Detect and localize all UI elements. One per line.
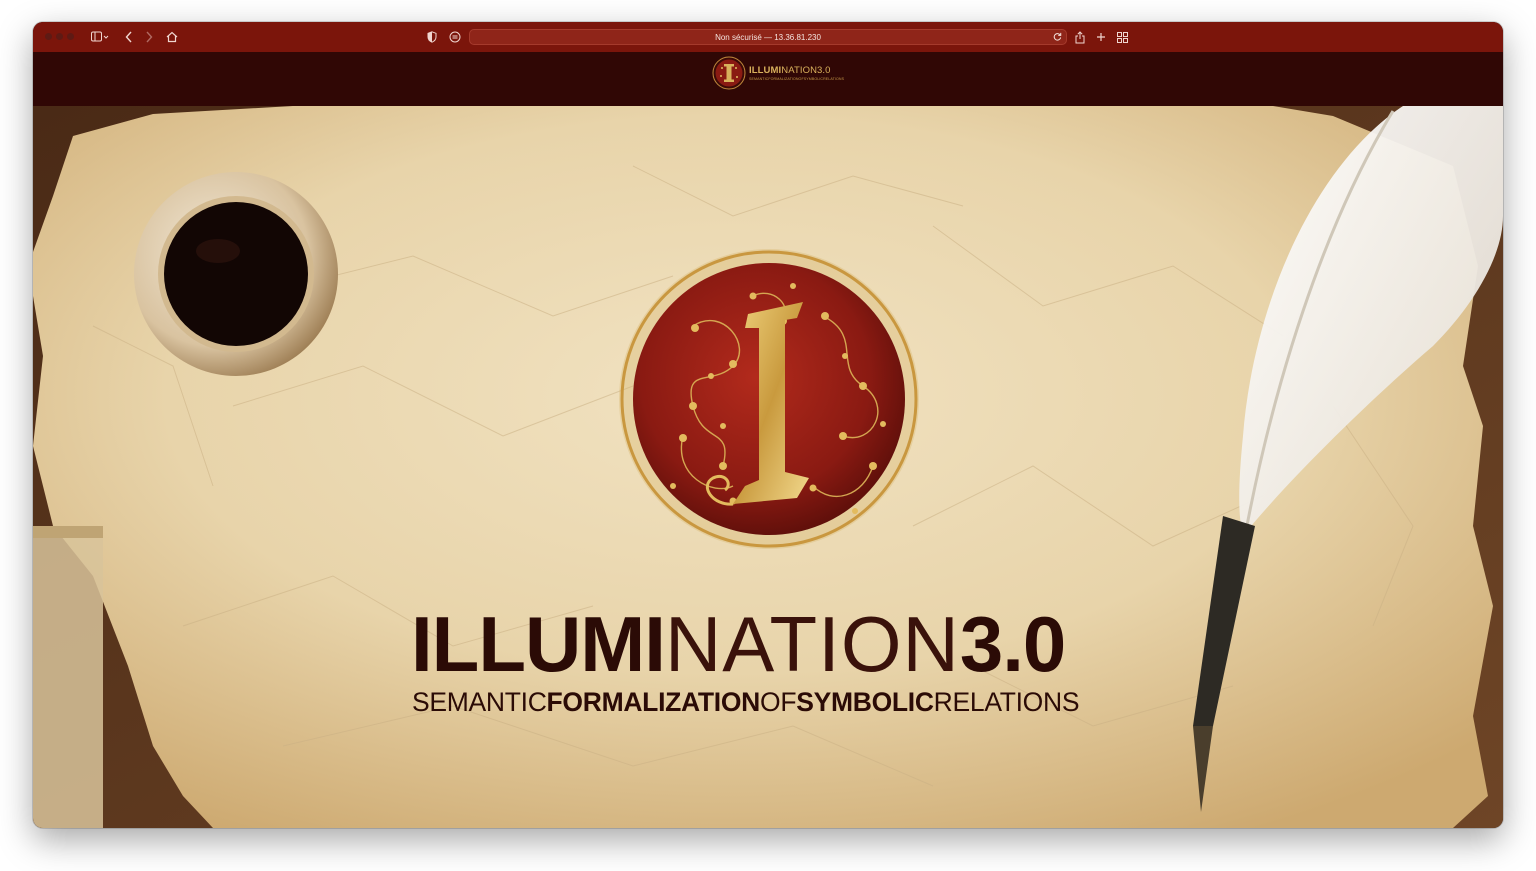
header-logo-emblem[interactable] [712, 56, 746, 90]
site-header: ILLUMINATION3.0 SEMANTICFORMALIZATIONOFS… [33, 52, 1503, 106]
home-icon[interactable] [165, 29, 179, 45]
hero-subtitle-part-1: SEMANTIC [412, 687, 547, 717]
chevron-left-icon[interactable] [122, 29, 136, 45]
share-icon[interactable] [1073, 29, 1087, 45]
hero-subtitle-part-3: OF [760, 687, 797, 717]
header-title-bold: ILLUMI [749, 65, 782, 76]
hero-title-part-1: ILLUMI [411, 600, 666, 688]
chevron-right-icon[interactable] [142, 29, 156, 45]
shield-icon[interactable] [425, 29, 439, 45]
reader-icon[interactable] [447, 29, 463, 45]
hero-title-part-2: NATION [664, 600, 960, 688]
hero-subtitle-part-2: FORMALIZATION [546, 687, 761, 717]
minimize-window-button[interactable] [56, 33, 63, 40]
reload-icon[interactable] [1053, 30, 1062, 46]
header-logo-title[interactable]: ILLUMINATION3.0 [749, 65, 831, 76]
hero-subtitle-part-4: SYMBOLIC [796, 687, 934, 717]
hero-title-part-3: 3.0 [959, 600, 1066, 688]
hero-section: ILLUMINATION3.0 SEMANTICFORMALIZATIONOFS… [33, 106, 1503, 828]
hero-brand-subtitle: SEMANTICFORMALIZATIONOFSYMBOLICRELATIONS [412, 687, 1132, 717]
close-window-button[interactable] [45, 33, 52, 40]
browser-toolbar: Non sécurisé — 13.36.81.230 [33, 22, 1503, 53]
header-title-thin: NATION3.0 [781, 65, 831, 76]
grid-icon[interactable] [1115, 29, 1129, 45]
hero-background-image [33, 106, 1503, 828]
hero-subtitle-part-5: RELATIONS [933, 687, 1080, 717]
plus-icon[interactable] [1094, 29, 1108, 45]
browser-window: Non sécurisé — 13.36.81.230 ILLUMINATION… [33, 22, 1503, 828]
zoom-window-button[interactable] [67, 33, 74, 40]
hero-brand-title: ILLUMINATION3.0 [411, 601, 1126, 687]
address-bar[interactable]: Non sécurisé — 13.36.81.230 [469, 29, 1067, 45]
address-text: Non sécurisé — 13.36.81.230 [715, 33, 821, 42]
sidebar-icon[interactable] [89, 29, 111, 45]
header-logo-subtitle: SEMANTICFORMALIZATIONOFSYMBOLICRELATIONS [749, 77, 845, 81]
